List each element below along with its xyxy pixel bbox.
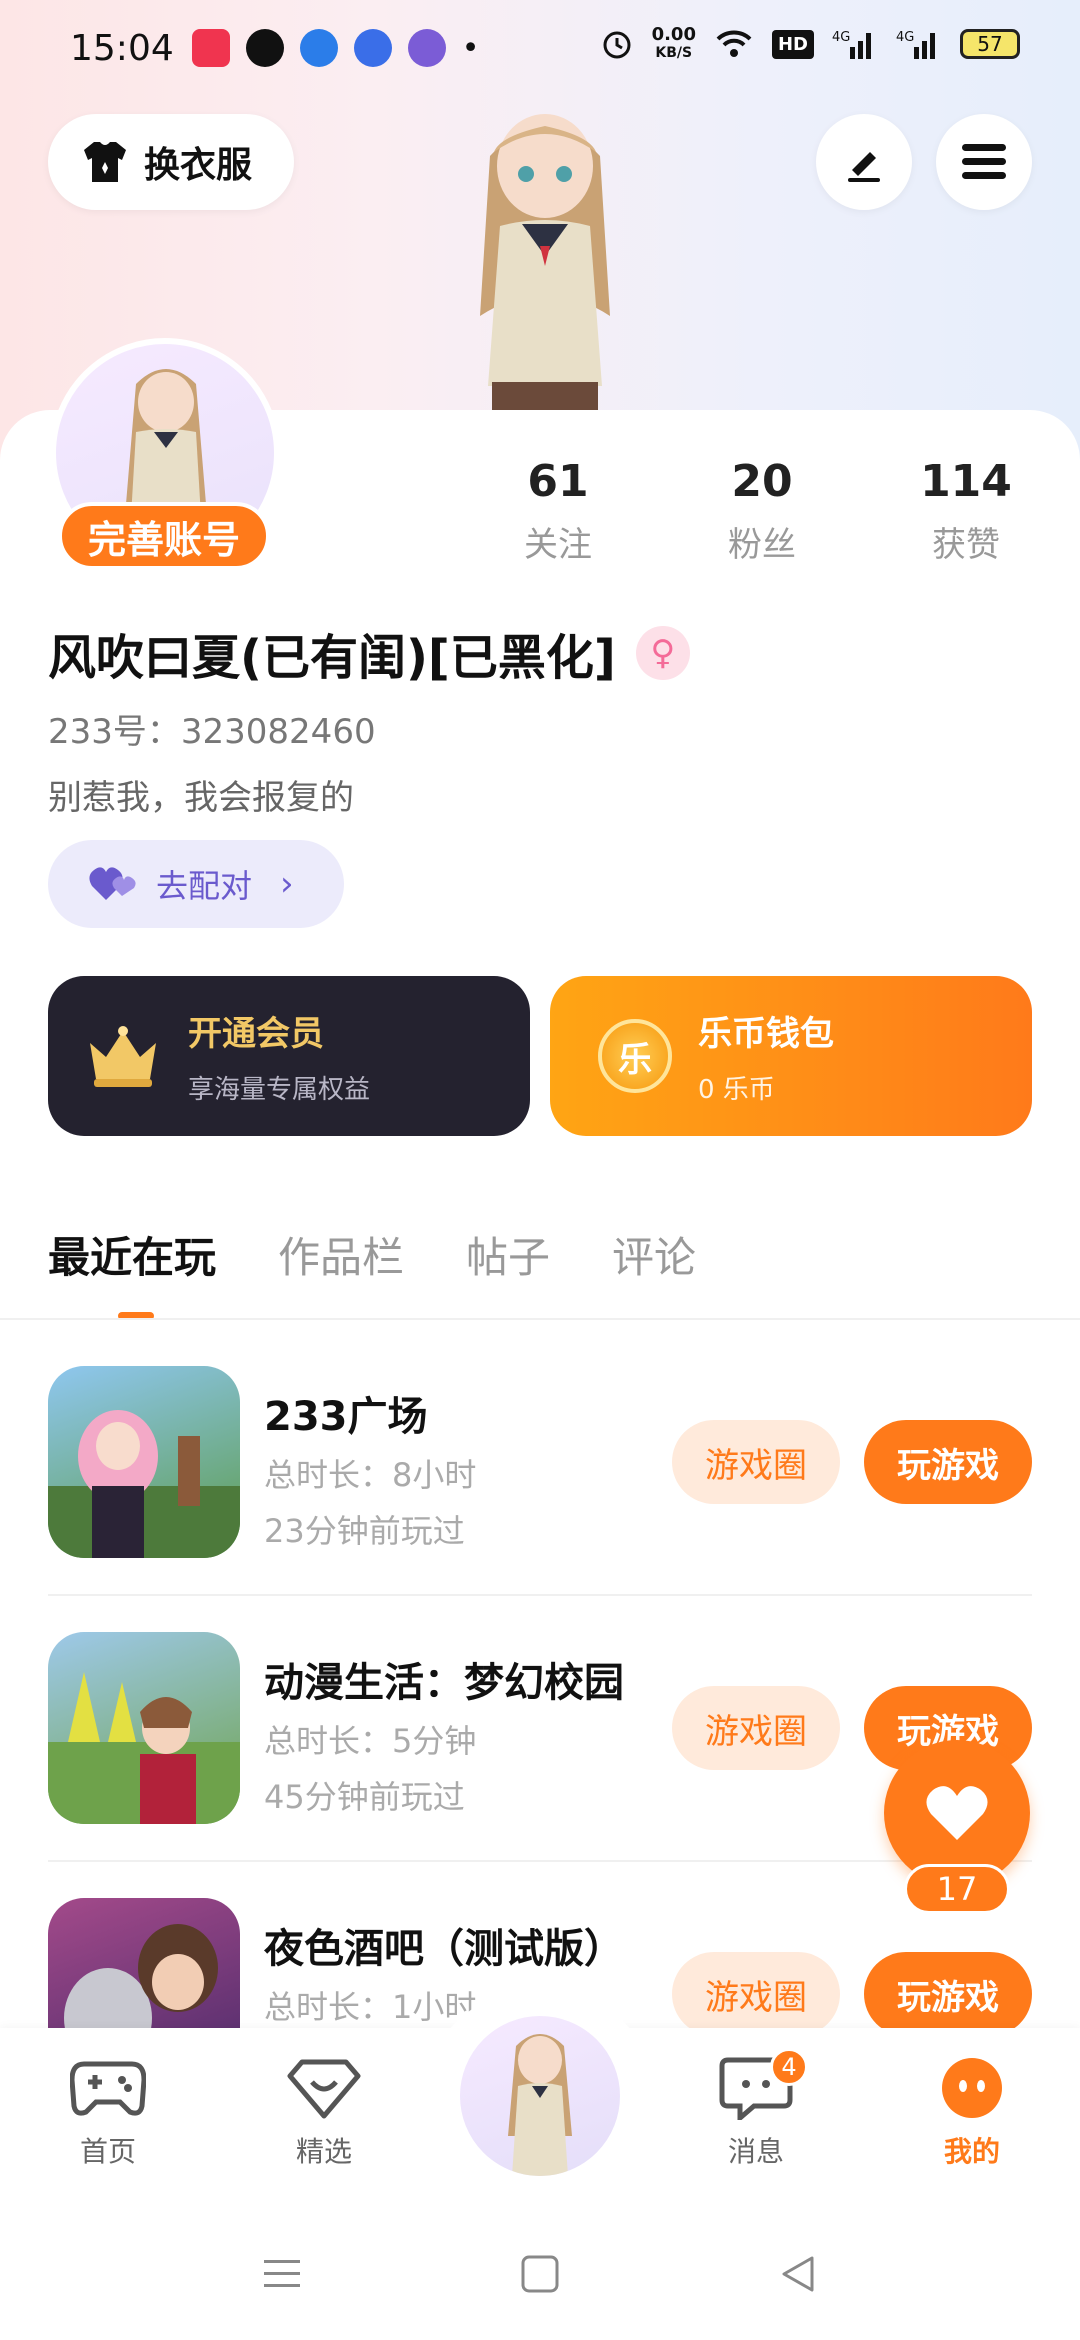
stat-value: 20 bbox=[731, 456, 793, 507]
svg-text:4G: 4G bbox=[832, 30, 850, 45]
heart-icon bbox=[926, 1786, 988, 1840]
complete-account-badge[interactable]: 完善账号 bbox=[58, 502, 270, 570]
nav-label: 消息 bbox=[727, 2135, 784, 2168]
status-bar: 15:04 • 0.00 KB/S HD 4G 4G 57 bbox=[0, 0, 1080, 96]
change-outfit-button[interactable]: 换衣服 bbox=[48, 114, 294, 210]
baidu-icon bbox=[353, 29, 392, 67]
floating-like-count: 17 bbox=[904, 1864, 1010, 1914]
stat-followers[interactable]: 20 粉丝 bbox=[692, 456, 832, 566]
shirt-icon bbox=[84, 142, 126, 182]
username-text: 风吹曰夏(已有闺)[已黑化] bbox=[48, 630, 616, 686]
wechat-icon bbox=[245, 29, 284, 67]
stat-label: 获赞 bbox=[932, 525, 1000, 565]
profile-tabs: 最近在玩 作品栏 帖子 评论 bbox=[48, 1224, 696, 1320]
game-circle-button[interactable]: 游戏圈 bbox=[672, 1420, 840, 1504]
game-duration: 总时长：5分钟 bbox=[264, 1722, 477, 1760]
status-time: 15:04 bbox=[70, 27, 174, 69]
game-thumbnail bbox=[48, 1672, 240, 1824]
browser-icon bbox=[299, 29, 338, 67]
vip-membership-card[interactable]: 开通会员 享海量专属权益 bbox=[48, 976, 530, 1136]
chevron-right-icon: › bbox=[280, 864, 294, 904]
network-speed: 0.00 KB/S bbox=[651, 24, 696, 62]
alarm-icon bbox=[603, 31, 631, 59]
tab-comments[interactable]: 评论 bbox=[612, 1224, 696, 1285]
avatar-3d-figure[interactable] bbox=[430, 96, 660, 416]
wifi-icon bbox=[716, 30, 752, 57]
stat-likes[interactable]: 114 获赞 bbox=[896, 456, 1036, 566]
profile-face-icon bbox=[942, 2058, 1002, 2118]
wallet-card[interactable]: 乐 乐币钱包 0 乐币 bbox=[550, 976, 1032, 1136]
double-heart-icon bbox=[89, 867, 136, 900]
back-triangle-icon[interactable] bbox=[778, 2254, 818, 2294]
menu-button[interactable] bbox=[936, 114, 1032, 210]
female-gender-icon: ♀ bbox=[635, 626, 690, 680]
system-navigation-bar bbox=[0, 2208, 1080, 2340]
signal-2-icon: 4G bbox=[896, 30, 935, 59]
svg-text:4G: 4G bbox=[896, 30, 914, 45]
game-duration: 总时长：8小时 bbox=[264, 1456, 477, 1494]
match-button[interactable]: 去配对 › bbox=[48, 840, 344, 928]
recent-apps-icon[interactable] bbox=[262, 2254, 302, 2294]
hd-icon: HD bbox=[771, 29, 814, 59]
video-app-icon bbox=[191, 29, 230, 67]
game-thumbnail bbox=[48, 1410, 240, 1558]
coin-icon: 乐 bbox=[598, 1019, 672, 1093]
pencil-icon bbox=[848, 152, 880, 182]
game-duration: 总时长：1小时 bbox=[264, 1988, 477, 2026]
vip-subtitle: 享海量专属权益 bbox=[188, 1075, 371, 1105]
game-name: 动漫生活：梦幻校园 bbox=[264, 1660, 624, 1706]
edit-profile-button[interactable] bbox=[816, 114, 912, 210]
nav-label: 精选 bbox=[295, 2135, 352, 2168]
gamepad-icon bbox=[69, 2061, 147, 2116]
user-bio: 别惹我，我会报复的 bbox=[48, 778, 354, 818]
stat-following[interactable]: 61 关注 bbox=[488, 456, 628, 566]
battery-indicator: 57 bbox=[960, 29, 1020, 59]
wallet-balance: 0 乐币 bbox=[698, 1075, 775, 1105]
row-divider bbox=[48, 1860, 1032, 1862]
game-last-played: 45分钟前玩过 bbox=[264, 1778, 465, 1816]
nav-item-featured[interactable]: 精选 bbox=[264, 2056, 384, 2170]
tab-recently-played[interactable]: 最近在玩 bbox=[48, 1224, 216, 1320]
signal-icon: 4G bbox=[832, 30, 871, 59]
hamburger-menu-icon bbox=[962, 144, 1006, 179]
nav-avatar-button[interactable] bbox=[456, 2012, 624, 2180]
avatar-image bbox=[508, 2034, 572, 2176]
play-game-button[interactable]: 玩游戏 bbox=[864, 1952, 1032, 2036]
game-name: 夜色酒吧（测试版） bbox=[264, 1926, 624, 1972]
heart-box-icon bbox=[287, 2059, 361, 2119]
game-icon bbox=[48, 1366, 240, 1558]
change-outfit-label: 换衣服 bbox=[144, 145, 253, 186]
stat-value: 61 bbox=[527, 456, 589, 507]
nav-item-me[interactable]: 我的 bbox=[912, 2056, 1032, 2170]
tab-posts[interactable]: 帖子 bbox=[466, 1224, 550, 1285]
user-id[interactable]: 233号：323082460 bbox=[48, 704, 376, 753]
home-square-icon[interactable] bbox=[520, 2254, 560, 2294]
username: 风吹曰夏(已有闺)[已黑化] ♀ bbox=[48, 618, 690, 688]
crown-icon bbox=[90, 1026, 156, 1087]
tab-divider bbox=[0, 1318, 1080, 1320]
game-circle-button[interactable]: 游戏圈 bbox=[672, 1952, 840, 2036]
game-circle-button[interactable]: 游戏圈 bbox=[672, 1686, 840, 1770]
game-row[interactable]: 233广场 总时长：8小时 23分钟前玩过 游戏圈 玩游戏 bbox=[48, 1366, 1032, 1632]
play-game-button[interactable]: 玩游戏 bbox=[864, 1420, 1032, 1504]
game-icon bbox=[48, 1632, 240, 1824]
nav-label: 我的 bbox=[943, 2135, 1000, 2168]
app-notification-icon bbox=[407, 29, 446, 67]
game-last-played: 23分钟前玩过 bbox=[264, 1512, 465, 1550]
stat-label: 关注 bbox=[524, 525, 592, 565]
bottom-navigation: 首页 精选 消息 4 我的 bbox=[0, 1988, 1080, 2208]
vip-title: 开通会员 bbox=[188, 1014, 324, 1054]
wallet-title: 乐币钱包 bbox=[698, 1014, 834, 1054]
row-divider bbox=[48, 1594, 1032, 1596]
stat-value: 114 bbox=[920, 456, 1012, 507]
match-label: 去配对 bbox=[156, 867, 253, 905]
message-count-badge: 4 bbox=[770, 2048, 808, 2086]
stat-label: 粉丝 bbox=[728, 525, 796, 565]
more-notifications-dot: • bbox=[461, 30, 480, 66]
game-row[interactable]: 动漫生活：梦幻校园 总时长：5分钟 45分钟前玩过 游戏圈 玩游戏 bbox=[48, 1632, 1032, 1898]
game-name: 233广场 bbox=[264, 1394, 428, 1440]
nav-item-home[interactable]: 首页 bbox=[48, 2056, 168, 2170]
tab-works[interactable]: 作品栏 bbox=[278, 1224, 404, 1285]
nav-label: 首页 bbox=[79, 2135, 136, 2168]
